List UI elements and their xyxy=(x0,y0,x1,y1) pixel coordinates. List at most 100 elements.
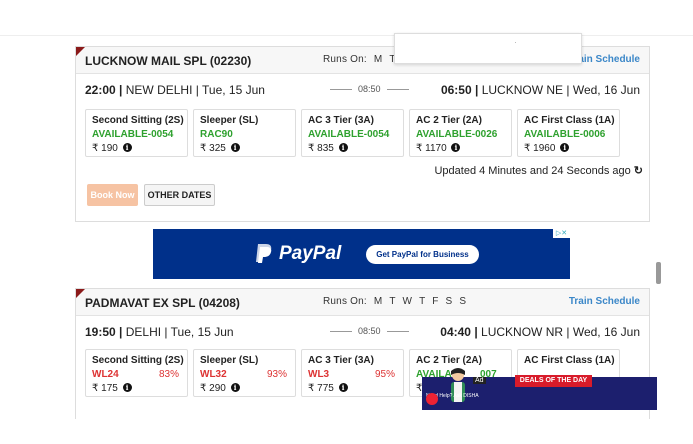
class-name: AC First Class (1A) xyxy=(524,115,615,126)
class-box-2a[interactable]: AC 2 Tier (2A) AVAILABLE-0026 ₹ 1170 i xyxy=(409,109,512,157)
fare-value: ₹ 1960 xyxy=(524,143,556,154)
fare: ₹ 1960 i xyxy=(524,143,570,154)
runs-on-label: Runs On: xyxy=(323,54,367,65)
corner-ribbon xyxy=(76,289,85,298)
info-icon[interactable]: i xyxy=(122,143,132,152)
class-box-2s[interactable]: Second Sitting (2S) WL24 83% ₹ 175 i xyxy=(85,349,188,397)
runs-on: Runs On: M T W T F S S xyxy=(323,296,466,307)
paypal-ad-banner[interactable]: PayPal Get PayPal for Business ▷✕ xyxy=(153,229,570,279)
departure-date: Tue, 15 Jun xyxy=(170,325,234,339)
class-name: AC First Class (1A) xyxy=(524,355,615,366)
run-day: S xyxy=(445,296,453,307)
duration: 08:50 xyxy=(324,326,415,336)
deal-ad-overlay[interactable]: Need Help? Ask DISHA Ad DEALS OF THE DAY xyxy=(422,368,657,410)
departure-station: DELHI xyxy=(125,325,162,339)
adchoices-icon[interactable]: ▷✕ xyxy=(553,229,570,238)
class-name: AC 3 Tier (3A) xyxy=(308,115,374,126)
departure: 22:00 | NEW DELHI | Tue, 15 Jun xyxy=(85,83,265,97)
class-box-1a[interactable]: AC First Class (1A) AVAILABLE-0006 ₹ 196… xyxy=(517,109,620,157)
duration: 08:50 xyxy=(324,84,415,94)
overlay-popup xyxy=(394,33,582,64)
fare: ₹ 775 i xyxy=(308,383,348,394)
train-name[interactable]: LUCKNOW MAIL SPL (02230) xyxy=(85,54,251,68)
confirm-chance: 95% xyxy=(374,369,395,380)
fare: ₹ 290 i xyxy=(200,383,240,394)
fare-value: ₹ 190 xyxy=(92,143,118,154)
fare-value: ₹ 325 xyxy=(200,143,226,154)
info-icon[interactable]: i xyxy=(122,383,132,392)
run-day: M xyxy=(373,296,383,307)
fare-value: ₹ 775 xyxy=(308,383,334,394)
info-icon[interactable]: i xyxy=(338,383,348,392)
class-name: AC 2 Tier (2A) xyxy=(416,115,482,126)
availability-status: AVAILABLE-0054 xyxy=(308,129,390,140)
help-badge-icon[interactable] xyxy=(426,393,438,405)
fare-value: ₹ 290 xyxy=(200,383,226,394)
class-name: AC 2 Tier (2A) xyxy=(416,355,482,366)
availability-status: AVAILABLE-0026 xyxy=(416,129,498,140)
fare: ₹ 325 i xyxy=(200,143,240,154)
get-paypal-button[interactable]: Get PayPal for Business xyxy=(366,245,479,264)
train-card-lucknow-mail: LUCKNOW MAIL SPL (02230) Runs On: M T W … xyxy=(75,46,650,222)
class-box-3a[interactable]: AC 3 Tier (3A) WL3 95% ₹ 775 i xyxy=(301,349,404,397)
run-day: M xyxy=(373,54,383,65)
arrival-time: 04:40 xyxy=(440,325,471,339)
run-day: F xyxy=(432,296,439,307)
arrival-date: Wed, 16 Jun xyxy=(572,325,640,339)
disha-mascot-icon xyxy=(451,368,465,402)
page-divider xyxy=(0,35,693,36)
book-now-button[interactable]: Book Now xyxy=(87,184,138,206)
availability-status: WL32 xyxy=(200,369,227,380)
duration-value: 08:50 xyxy=(358,326,381,336)
availability-status: RAC90 xyxy=(200,129,233,140)
last-updated: Updated 4 Minutes and 24 Seconds ago ↻ xyxy=(434,164,643,177)
runs-on-label: Runs On: xyxy=(323,296,367,307)
departure-station: NEW DELHI xyxy=(125,83,193,97)
class-box-2s[interactable]: Second Sitting (2S) AVAILABLE-0054 ₹ 190… xyxy=(85,109,188,157)
arrival-station: LUCKNOW NR xyxy=(481,325,564,339)
paypal-brand: PayPal xyxy=(279,243,342,264)
fare: ₹ 1170 i xyxy=(416,143,461,154)
deals-of-the-day-banner[interactable]: DEALS OF THE DAY xyxy=(515,375,592,387)
arrival: 04:40 | LUCKNOW NR | Wed, 16 Jun xyxy=(440,325,640,339)
class-box-sl[interactable]: Sleeper (SL) RAC90 ₹ 325 i xyxy=(193,109,296,157)
train-header: PADMAVAT EX SPL (04208) Runs On: M T W T… xyxy=(76,289,649,316)
class-name: Second Sitting (2S) xyxy=(92,115,184,126)
train-schedule-link[interactable]: rain Schedule xyxy=(574,54,640,65)
class-name: Sleeper (SL) xyxy=(200,355,259,366)
arrival-date: Wed, 16 Jun xyxy=(572,83,640,97)
fare: ₹ 175 i xyxy=(92,383,132,394)
train-schedule-link[interactable]: Train Schedule xyxy=(569,296,640,307)
info-icon[interactable]: i xyxy=(230,383,240,392)
departure-date: Tue, 15 Jun xyxy=(202,83,265,97)
availability-status: AVAILABLE-0054 xyxy=(92,129,174,140)
partial-availability: 007 xyxy=(480,369,497,380)
paypal-logo-icon xyxy=(256,244,272,263)
info-icon[interactable]: i xyxy=(338,143,348,152)
refresh-icon[interactable]: ↻ xyxy=(634,164,643,177)
scrollbar-thumb[interactable] xyxy=(656,262,661,284)
fare: ₹ 190 i xyxy=(92,143,132,154)
class-box-sl[interactable]: Sleeper (SL) WL32 93% ₹ 290 i xyxy=(193,349,296,397)
arrival-station: LUCKNOW NE xyxy=(481,83,564,97)
class-box-3a[interactable]: AC 3 Tier (3A) AVAILABLE-0054 ₹ 835 i xyxy=(301,109,404,157)
train-name[interactable]: PADMAVAT EX SPL (04208) xyxy=(85,296,240,310)
journey-times: 19:50 | DELHI | Tue, 15 Jun 08:50 04:40 … xyxy=(76,316,649,346)
confirm-chance: 93% xyxy=(266,369,287,380)
info-icon[interactable]: i xyxy=(451,143,461,152)
arrival: 06:50 | LUCKNOW NE | Wed, 16 Jun xyxy=(440,83,640,97)
info-icon[interactable]: i xyxy=(560,143,570,152)
info-icon[interactable]: i xyxy=(230,143,240,152)
confirm-chance: 83% xyxy=(158,369,179,380)
availability-status: AVAILABLE-0006 xyxy=(524,129,606,140)
fare-value: ₹ 835 xyxy=(308,143,334,154)
other-dates-button[interactable]: OTHER DATES xyxy=(144,184,215,206)
fare-value: ₹ 1170 xyxy=(416,143,447,154)
class-name: Second Sitting (2S) xyxy=(92,355,184,366)
departure-time: 22:00 xyxy=(85,83,116,97)
departure: 19:50 | DELHI | Tue, 15 Jun xyxy=(85,325,234,339)
run-day: T xyxy=(389,296,396,307)
class-list: Second Sitting (2S) AVAILABLE-0054 ₹ 190… xyxy=(85,109,620,157)
run-day: T xyxy=(419,296,426,307)
availability-status: WL3 xyxy=(308,369,330,380)
